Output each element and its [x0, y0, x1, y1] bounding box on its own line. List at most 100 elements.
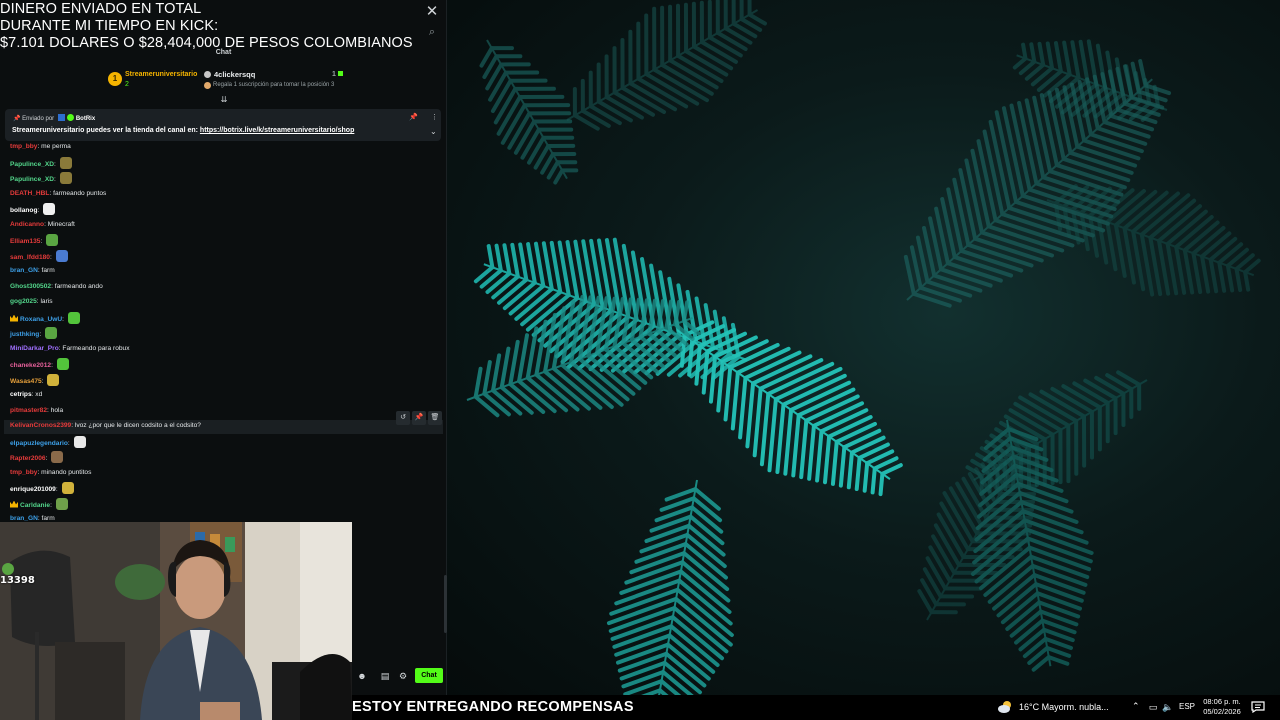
chat-message[interactable]: elpapuzlegendario:: [10, 435, 86, 450]
chat-username[interactable]: Wasas475: [10, 378, 42, 385]
zoom-icon[interactable]: ⌕: [424, 26, 440, 40]
chat-username[interactable]: elpapuzlegendario: [10, 440, 68, 447]
chat-username[interactable]: enrique201009: [10, 486, 56, 493]
chat-username[interactable]: tmp_bby: [10, 143, 37, 150]
chat-username[interactable]: bollanog: [10, 207, 37, 214]
taskbar: ESTOY ENTREGANDO RECOMPENSAS 16°C Mayorm…: [352, 695, 1280, 720]
more-options-icon[interactable]: ⋮: [431, 113, 438, 121]
emote-icon: [55, 249, 68, 262]
chat-message[interactable]: Papulince_XD:: [10, 156, 72, 171]
emote-icon[interactable]: ☻: [356, 670, 368, 682]
chat-message[interactable]: bran_GN: farm: [10, 265, 55, 279]
chat-message[interactable]: tmp_bby: me perma: [10, 141, 71, 155]
fern-frond: [606, 479, 734, 695]
chat-header-title: Chat: [215, 49, 232, 56]
message-actions: ↺ 📌 🗑: [396, 411, 444, 425]
webcam-feed: [0, 522, 352, 720]
pinned-by-label: Enviado por: [22, 116, 55, 122]
chat-username[interactable]: justhking: [10, 331, 39, 338]
chat-separator: :: [49, 253, 54, 261]
reply-icon[interactable]: ↺: [396, 411, 410, 425]
emote-icon: [67, 311, 80, 324]
chat-messages-list: tmp_bby: me perma Papulince_XD: Papulince…: [0, 141, 447, 523]
chat-username[interactable]: cetrips: [10, 391, 32, 398]
chat-message[interactable]: justhking:: [10, 327, 57, 341]
chat-message-text: Farmeando para robux: [62, 344, 130, 352]
chat-username[interactable]: DEATH_HBL: [10, 190, 49, 197]
chat-message[interactable]: enrique201009:: [10, 482, 74, 496]
chat-username[interactable]: pitmaster82: [10, 407, 47, 414]
chevron-down-icon[interactable]: ⌄: [430, 127, 437, 136]
chat-message[interactable]: tmp_bby: minando puntitos: [10, 467, 91, 481]
settings-icon[interactable]: ⚙: [397, 670, 409, 682]
chat-username[interactable]: KelivanCronos2399: [10, 422, 71, 429]
emote-icon: [59, 156, 72, 169]
send-chat-button[interactable]: Chat: [415, 668, 443, 683]
pin-icon[interactable]: 📌: [409, 113, 418, 121]
chat-message[interactable]: Elliam135:: [10, 234, 59, 248]
chat-message[interactable]: Ghost300502: farmeando ando: [10, 281, 103, 295]
network-icon[interactable]: ▭: [1147, 701, 1159, 713]
leaderboard-first-amount: 2: [125, 81, 129, 88]
pin-message-icon[interactable]: 📌: [412, 411, 426, 425]
chat-message[interactable]: MiniDarkar_Pro: Farmeando para robux: [10, 343, 130, 357]
overlay-line-1: DINERO ENVIADO EN TOTAL: [0, 1, 202, 17]
clock[interactable]: 08:06 p. m. 05/02/2026: [1201, 697, 1243, 717]
chat-username[interactable]: Papulince_XD: [10, 161, 54, 168]
tray-expand-icon[interactable]: ⌃: [1132, 701, 1140, 712]
chat-separator: :: [40, 238, 45, 245]
leaderboard-first-name[interactable]: Streameruniversitario: [125, 71, 197, 78]
emote-icon: [43, 203, 56, 215]
chat-message[interactable]: cetrips: xd: [10, 389, 42, 403]
chat-scrollbar[interactable]: [444, 575, 447, 633]
chat-message[interactable]: Roxana_UwU:: [10, 311, 80, 326]
weather-text[interactable]: 16°C Mayorm. nubla...: [1019, 702, 1109, 712]
expand-leaderboard-icon[interactable]: ⇊: [219, 95, 229, 105]
chat-separator: :: [67, 439, 72, 447]
chat-username[interactable]: Roxana_UwU: [20, 316, 62, 323]
language-indicator[interactable]: ESP: [1179, 702, 1195, 711]
notification-icon[interactable]: [1251, 701, 1265, 713]
shop-link[interactable]: https://botrix.live/k/streameruniversita…: [200, 127, 354, 134]
chat-message[interactable]: Wasas475:: [10, 373, 60, 388]
pinned-by-line: 📌 Enviado por BotRix: [13, 114, 95, 122]
chat-username[interactable]: Papulince_XD: [10, 176, 54, 183]
pinned-message: 📌 Enviado por BotRix Streameruniversitar…: [5, 109, 441, 141]
chat-message[interactable]: chaneke2012:: [10, 358, 69, 372]
chat-username[interactable]: Rapter2006: [10, 455, 46, 462]
clock-date: 05/02/2026: [1203, 707, 1241, 716]
emote-icon: [47, 373, 60, 386]
chat-username[interactable]: tmp_bby: [10, 469, 37, 476]
chat-message[interactable]: Carldanie:: [10, 497, 68, 512]
chat-username[interactable]: Ghost300502: [10, 283, 51, 290]
weather-cloud-icon[interactable]: [997, 700, 1013, 714]
chat-message[interactable]: DEATH_HBL: farmeando puntos: [10, 188, 106, 202]
chat-message[interactable]: Rapter2006:: [10, 451, 64, 465]
close-icon[interactable]: ✕: [424, 4, 440, 20]
chat-message[interactable]: KelivanCronos2399: lvoz ¿por que le dice…: [4, 420, 443, 434]
chat-username[interactable]: Carldanie: [20, 502, 50, 509]
leaderboard-second-count: 1: [332, 71, 343, 78]
chat-message[interactable]: pitmaster82: hola: [10, 405, 63, 419]
shop-icon[interactable]: ▤: [379, 670, 391, 682]
chat-username[interactable]: sam_lfdd180: [10, 254, 50, 261]
chat-message[interactable]: sam_lfdd180:: [10, 249, 68, 264]
user-icon: [204, 71, 211, 78]
chat-message[interactable]: bollanog:: [10, 203, 56, 217]
chat-username[interactable]: Elliam135: [10, 238, 40, 245]
chat-username[interactable]: bran_GN: [10, 515, 38, 522]
chat-username[interactable]: gog2025: [10, 298, 37, 305]
chat-separator: :: [37, 207, 42, 214]
leaderboard-second-name[interactable]: 4clickersqq: [214, 70, 255, 79]
chat-message[interactable]: gog2025: laris: [10, 296, 53, 310]
chat-username[interactable]: chaneke2012: [10, 362, 51, 369]
pinned-sender[interactable]: BotRix: [76, 116, 95, 122]
chat-message[interactable]: Andicanno: Minecraft: [10, 219, 75, 233]
delete-icon[interactable]: 🗑: [428, 411, 442, 425]
fern-frond: [1046, 184, 1261, 297]
chat-username[interactable]: MiniDarkar_Pro: [10, 345, 59, 352]
chat-username[interactable]: Andicanno: [10, 221, 44, 228]
volume-icon[interactable]: 🔈: [1162, 701, 1174, 713]
chat-message[interactable]: Papulince_XD:: [10, 172, 72, 186]
chat-username[interactable]: bran_GN: [10, 267, 38, 274]
